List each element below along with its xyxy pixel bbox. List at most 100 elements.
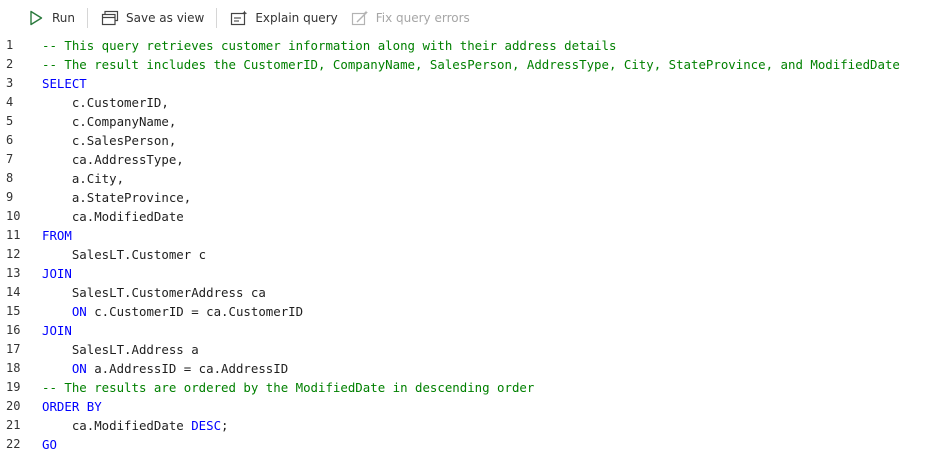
code-line[interactable]: 18 ON a.AddressID = ca.AddressID bbox=[0, 359, 934, 378]
save-view-icon bbox=[100, 8, 120, 28]
code-text: c.CompanyName, bbox=[42, 112, 176, 131]
sql-keyword: JOIN bbox=[42, 323, 72, 338]
code-text: a.StateProvince, bbox=[42, 188, 191, 207]
code-line[interactable]: 10 ca.ModifiedDate bbox=[0, 207, 934, 226]
sql-keyword: ON bbox=[71, 361, 87, 376]
code-line[interactable]: 2 -- The result includes the CustomerID, … bbox=[0, 55, 934, 74]
sql-text: ca.AddressType, bbox=[42, 152, 184, 167]
sql-keyword: GO bbox=[42, 437, 57, 452]
code-line[interactable]: 5 c.CompanyName, bbox=[0, 112, 934, 131]
save-as-view-label: Save as view bbox=[126, 11, 205, 25]
line-number: 19 bbox=[6, 380, 21, 394]
fix-query-errors-label: Fix query errors bbox=[375, 11, 470, 25]
sql-text: a.AddressID = ca.AddressID bbox=[86, 361, 289, 376]
code-line[interactable]: 12 SalesLT.Customer c bbox=[0, 245, 934, 264]
line-number: 3 bbox=[6, 76, 14, 90]
line-number: 22 bbox=[6, 437, 21, 451]
code-line[interactable]: 7 ca.AddressType, bbox=[0, 150, 934, 169]
code-text: ON a.AddressID = ca.AddressID bbox=[42, 359, 288, 378]
sql-keyword: DESC bbox=[191, 418, 222, 433]
toolbar-divider bbox=[216, 8, 218, 28]
line-number: 9 bbox=[6, 190, 14, 204]
line-number: 1 bbox=[6, 38, 14, 52]
line-number: 10 bbox=[6, 209, 21, 223]
explain-query-label: Explain query bbox=[255, 11, 338, 25]
sql-keyword: ORDER BY bbox=[42, 399, 102, 414]
code-text: ca.ModifiedDate bbox=[42, 207, 184, 226]
sql-keyword: ON bbox=[71, 304, 87, 319]
line-number: 21 bbox=[6, 418, 21, 432]
run-button[interactable]: Run bbox=[20, 4, 81, 32]
sql-text: c.SalesPerson, bbox=[42, 133, 177, 148]
line-number: 11 bbox=[6, 228, 21, 242]
code-text: c.SalesPerson, bbox=[42, 131, 176, 150]
sql-text: c.CustomerID = ca.CustomerID bbox=[86, 304, 304, 319]
sql-keyword: FROM bbox=[42, 228, 72, 243]
code-text: GO bbox=[42, 435, 57, 454]
sql-text: SalesLT.Address a bbox=[42, 342, 199, 357]
line-number: 2 bbox=[6, 57, 14, 71]
sql-text: ca.ModifiedDate bbox=[42, 209, 184, 224]
code-line[interactable]: 15 ON c.CustomerID = ca.CustomerID bbox=[0, 302, 934, 321]
line-number: 13 bbox=[6, 266, 21, 280]
line-number: 8 bbox=[6, 171, 14, 185]
sql-text: ca.ModifiedDate bbox=[42, 418, 192, 433]
code-text: JOIN bbox=[42, 264, 72, 283]
code-text: ca.AddressType, bbox=[42, 150, 184, 169]
code-text: -- The result includes the CustomerID, C… bbox=[42, 55, 900, 74]
line-number: 15 bbox=[6, 304, 21, 318]
code-line[interactable]: 1 -- This query retrieves customer inform… bbox=[0, 36, 934, 55]
sparkle-document-icon bbox=[229, 8, 249, 28]
sql-editor[interactable]: 1 -- This query retrieves customer inform… bbox=[0, 36, 934, 457]
code-text: SELECT bbox=[42, 74, 87, 93]
code-text: SalesLT.Address a bbox=[42, 340, 199, 359]
query-toolbar: Run Save as view Explain query Fix query… bbox=[0, 0, 934, 36]
line-number: 16 bbox=[6, 323, 21, 337]
code-line[interactable]: 13 JOIN bbox=[0, 264, 934, 283]
line-number: 17 bbox=[6, 342, 21, 356]
sql-comment: -- This query retrieves customer informa… bbox=[42, 38, 617, 53]
line-number: 18 bbox=[6, 361, 21, 375]
toolbar-divider bbox=[87, 8, 89, 28]
sql-text: SalesLT.CustomerAddress ca bbox=[42, 285, 266, 300]
code-line[interactable]: 9 a.StateProvince, bbox=[0, 188, 934, 207]
save-as-view-button[interactable]: Save as view bbox=[94, 4, 210, 32]
code-text: c.CustomerID, bbox=[42, 93, 169, 112]
sql-text: a.StateProvince, bbox=[42, 190, 192, 205]
code-text: ca.ModifiedDate DESC; bbox=[42, 416, 229, 435]
code-text: -- This query retrieves customer informa… bbox=[42, 36, 616, 55]
sql-comment: -- The results are ordered by the Modifi… bbox=[42, 380, 535, 395]
explain-query-button[interactable]: Explain query bbox=[223, 4, 343, 32]
code-line[interactable]: 4 c.CustomerID, bbox=[0, 93, 934, 112]
sql-text: c.CompanyName, bbox=[42, 114, 177, 129]
sql-text: SalesLT.Customer c bbox=[42, 247, 207, 262]
code-text: SalesLT.CustomerAddress ca bbox=[42, 283, 266, 302]
fix-query-errors-button[interactable]: Fix query errors bbox=[344, 4, 476, 32]
code-line[interactable]: 8 a.City, bbox=[0, 169, 934, 188]
sql-keyword: JOIN bbox=[42, 266, 72, 281]
code-text: ORDER BY bbox=[42, 397, 102, 416]
code-line[interactable]: 22 GO bbox=[0, 435, 934, 454]
code-line[interactable]: 6 c.SalesPerson, bbox=[0, 131, 934, 150]
code-line[interactable]: 20 ORDER BY bbox=[0, 397, 934, 416]
line-number: 14 bbox=[6, 285, 21, 299]
fix-wand-icon bbox=[350, 8, 370, 28]
code-text: ON c.CustomerID = ca.CustomerID bbox=[42, 302, 303, 321]
code-text: FROM bbox=[42, 226, 72, 245]
code-text: -- The results are ordered by the Modifi… bbox=[42, 378, 534, 397]
sql-text: c.CustomerID, bbox=[42, 95, 169, 110]
code-line[interactable]: 3 SELECT bbox=[0, 74, 934, 93]
line-number: 5 bbox=[6, 114, 14, 128]
code-line[interactable]: 14 SalesLT.CustomerAddress ca bbox=[0, 283, 934, 302]
code-line[interactable]: 19 -- The results are ordered by the Modi… bbox=[0, 378, 934, 397]
line-number: 6 bbox=[6, 133, 14, 147]
line-number: 12 bbox=[6, 247, 21, 261]
code-text: a.City, bbox=[42, 169, 124, 188]
code-line[interactable]: 21 ca.ModifiedDate DESC; bbox=[0, 416, 934, 435]
code-line[interactable]: 17 SalesLT.Address a bbox=[0, 340, 934, 359]
code-line[interactable]: 11 FROM bbox=[0, 226, 934, 245]
sql-text: ; bbox=[221, 418, 229, 433]
sql-text: a.City, bbox=[42, 171, 125, 186]
code-line[interactable]: 16 JOIN bbox=[0, 321, 934, 340]
